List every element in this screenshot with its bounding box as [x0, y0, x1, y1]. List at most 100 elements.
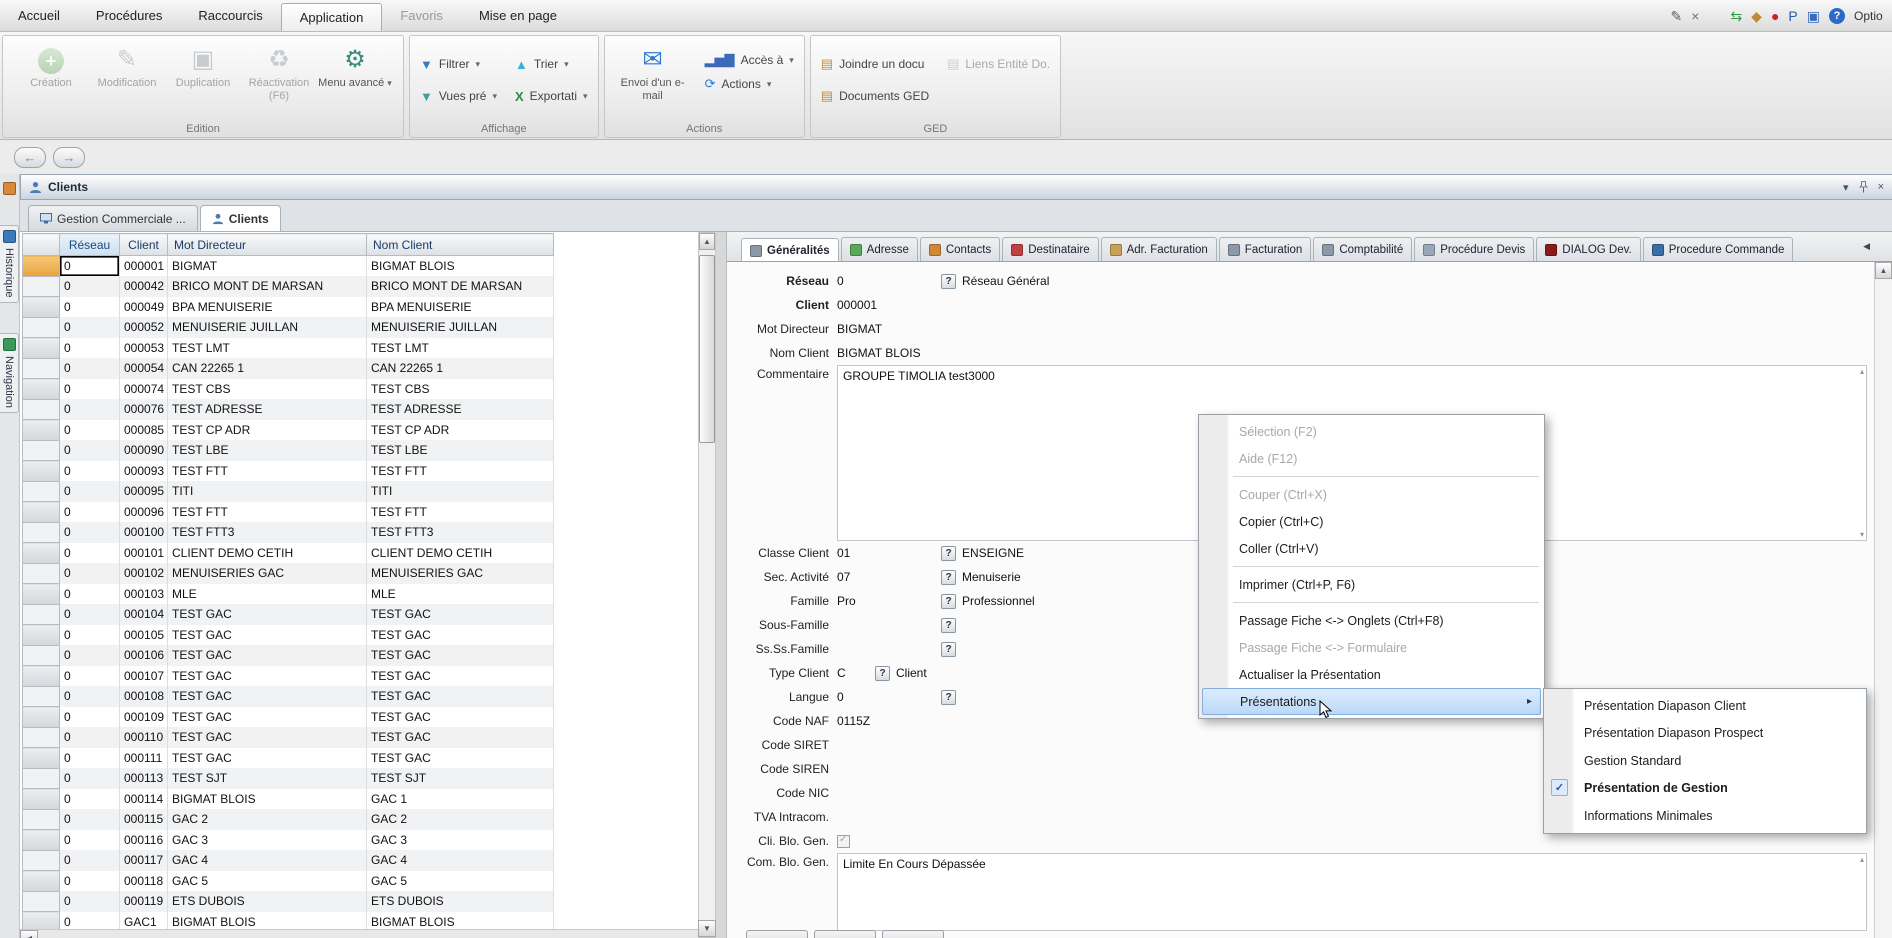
table-row[interactable]: 0000105TEST GACTEST GAC	[23, 625, 554, 646]
column-header-reseau[interactable]: Réseau	[60, 234, 120, 256]
bottom-button[interactable]	[882, 930, 944, 938]
row-selector[interactable]	[23, 379, 60, 400]
help-button[interactable]: ?	[941, 570, 956, 585]
row-selector[interactable]	[23, 830, 60, 851]
row-selector[interactable]	[23, 686, 60, 707]
table-row[interactable]: 0000053TEST LMTTEST LMT	[23, 338, 554, 359]
menu-item-s-lection-f2[interactable]: Sélection (F2)	[1201, 418, 1542, 445]
field-value[interactable]: 0115Z	[837, 714, 941, 728]
tab-clients[interactable]: Clients	[200, 205, 281, 231]
row-selector[interactable]	[23, 461, 60, 482]
advanced-menu-button[interactable]: ⚙ Menu avancé ▾	[317, 40, 393, 103]
row-selector[interactable]	[23, 645, 60, 666]
pin-icon[interactable]	[1859, 181, 1868, 193]
row-selector[interactable]	[23, 707, 60, 728]
record-icon[interactable]: ●	[1771, 8, 1779, 24]
scrollbar-thumb[interactable]	[699, 255, 715, 443]
table-row[interactable]: 0000076TEST ADRESSETEST ADRESSE	[23, 399, 554, 420]
help-button[interactable]: ?	[941, 618, 956, 633]
row-selector[interactable]	[23, 727, 60, 748]
table-row[interactable]: 0000042BRICO MONT DE MARSANBRICO MONT DE…	[23, 276, 554, 297]
table-row[interactable]: 0000095TITITITI	[23, 481, 554, 502]
table-row[interactable]: 0000054CAN 22265 1CAN 22265 1	[23, 358, 554, 379]
help-button[interactable]: ?	[941, 690, 956, 705]
menu-item-pr-sentation-diapason-prospect[interactable]: Présentation Diapason Prospect	[1546, 720, 1864, 748]
selector-header[interactable]	[23, 234, 60, 256]
tab-destinataire[interactable]: Destinataire	[1002, 237, 1098, 261]
row-selector[interactable]	[23, 297, 60, 318]
table-row[interactable]: 0000115GAC 2GAC 2	[23, 809, 554, 830]
scroll-left-icon[interactable]: ◀	[20, 930, 38, 938]
image-icon[interactable]: ▣	[1807, 8, 1820, 24]
row-selector[interactable]	[23, 522, 60, 543]
actions-button[interactable]: ⟳ Actions ▾	[705, 76, 794, 92]
menu-item-actualiser-la-pr-sentation[interactable]: Actualiser la Présentation	[1201, 661, 1542, 688]
table-row[interactable]: 0000096TEST FTTTEST FTT	[23, 502, 554, 523]
export-button[interactable]: X Exportati ▾	[515, 89, 588, 104]
field-value[interactable]: 0	[837, 274, 941, 288]
help-button[interactable]: ?	[941, 546, 956, 561]
row-selector[interactable]	[23, 543, 60, 564]
tab-facturation[interactable]: Facturation	[1219, 237, 1312, 261]
table-row[interactable]: 0000101CLIENT DEMO CETIHCLIENT DEMO CETI…	[23, 543, 554, 564]
row-selector[interactable]	[23, 748, 60, 769]
help-button[interactable]: ?	[941, 642, 956, 657]
row-selector[interactable]	[23, 358, 60, 379]
tab-dialog-dev[interactable]: DIALOG Dev.	[1536, 237, 1640, 261]
menu-item-gestion-standard[interactable]: Gestion Standard	[1546, 747, 1864, 775]
menu-favoris[interactable]: Favoris	[382, 0, 461, 31]
delete-icon[interactable]: ×	[1691, 8, 1699, 24]
menu-proc-dures[interactable]: Procédures	[78, 0, 180, 31]
row-selector[interactable]	[23, 871, 60, 892]
tab-scroll-left-icon[interactable]: ◀	[1863, 241, 1870, 252]
back-button[interactable]: ←	[14, 147, 46, 168]
table-row[interactable]: 0000108TEST GACTEST GAC	[23, 686, 554, 707]
field-value[interactable]: 0	[837, 690, 941, 704]
table-row[interactable]: 0000001BIGMATBIGMAT BLOIS	[23, 256, 554, 277]
bottom-button[interactable]	[814, 930, 876, 938]
row-selector[interactable]	[23, 317, 60, 338]
scroll-up-icon[interactable]: ▲	[1875, 262, 1892, 279]
entity-links-button[interactable]: ▤ Liens Entité Do.	[947, 56, 1050, 72]
menu-item-passage-fiche-onglets-ctrl-f8[interactable]: Passage Fiche <-> Onglets (Ctrl+F8)	[1201, 607, 1542, 634]
column-header-nom-client[interactable]: Nom Client	[367, 234, 554, 256]
row-selector[interactable]	[23, 625, 60, 646]
form-scrollbar[interactable]: ▲	[1874, 262, 1892, 938]
attach-document-button[interactable]: ▤ Joindre un docu	[821, 56, 929, 72]
table-row[interactable]: 0000049BPA MENUISERIEBPA MENUISERIE	[23, 297, 554, 318]
table-row[interactable]: 0000104TEST GACTEST GAC	[23, 604, 554, 625]
modification-button[interactable]: ✎ Modification	[89, 40, 165, 103]
row-selector[interactable]	[23, 850, 60, 871]
duplication-button[interactable]: ▣ Duplication	[165, 40, 241, 103]
menu-item-aide-f12[interactable]: Aide (F12)	[1201, 445, 1542, 472]
menu-item-pr-sentation-de-gestion[interactable]: ✓Présentation de Gestion	[1546, 775, 1864, 803]
menu-mise-en-page[interactable]: Mise en page	[461, 0, 575, 31]
menu-item-coller-ctrl-v[interactable]: Coller (Ctrl+V)	[1201, 535, 1542, 562]
close-icon[interactable]: ×	[1878, 181, 1884, 193]
table-row[interactable]: 0000113TEST SJTTEST SJT	[23, 768, 554, 789]
row-selector[interactable]	[23, 563, 60, 584]
table-row[interactable]: 0000110TEST GACTEST GAC	[23, 727, 554, 748]
row-selector[interactable]	[23, 338, 60, 359]
table-row[interactable]: 0000109TEST GACTEST GAC	[23, 707, 554, 728]
row-selector[interactable]	[23, 502, 60, 523]
row-selector[interactable]	[23, 666, 60, 687]
table-hscrollbar[interactable]: ◀	[20, 929, 698, 938]
scroll-down-icon[interactable]: ▾	[1860, 530, 1864, 539]
tab-adr-facturation[interactable]: Adr. Facturation	[1101, 237, 1217, 261]
help-button[interactable]: ?	[941, 274, 956, 289]
menu-accueil[interactable]: Accueil	[0, 0, 78, 31]
table-row[interactable]: 0000093TEST FTTTEST FTT	[23, 461, 554, 482]
table-row[interactable]: 0000107TEST GACTEST GAC	[23, 666, 554, 687]
table-row[interactable]: 0000117GAC 4GAC 4	[23, 850, 554, 871]
table-row[interactable]: 0000119ETS DUBOISETS DUBOIS	[23, 891, 554, 912]
access-button[interactable]: ▂▅▇ Accès à ▾	[705, 52, 794, 68]
table-row[interactable]: 0000090TEST LBETEST LBE	[23, 440, 554, 461]
bottom-button[interactable]	[746, 930, 808, 938]
menu-item-informations-minimales[interactable]: Informations Minimales	[1546, 802, 1864, 830]
menu-application[interactable]: Application	[281, 3, 383, 31]
preset-views-button[interactable]: ▼ Vues pré ▾	[420, 89, 497, 104]
field-value[interactable]: Pro	[837, 594, 941, 608]
sync-icon[interactable]: ⇆	[1730, 8, 1742, 24]
forward-button[interactable]: →	[53, 147, 85, 168]
